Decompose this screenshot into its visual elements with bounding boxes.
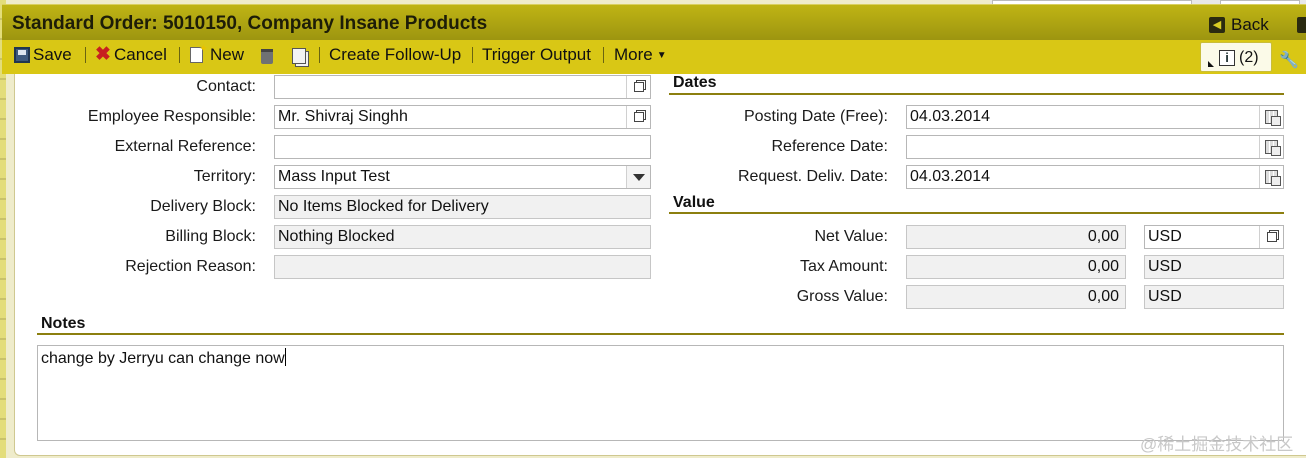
cancel-icon: ✖ (95, 44, 111, 65)
employee-responsible-field[interactable]: Mr. Shivraj Singhh (274, 105, 651, 129)
gross-value-field: 0,00 (906, 285, 1126, 309)
toolbar-separator (472, 47, 473, 63)
watermark: @稀土掘金技术社区 (1140, 435, 1294, 454)
info-messages-button[interactable]: i (2) (1200, 42, 1272, 72)
trigger-output-button[interactable]: Trigger Output (482, 45, 591, 65)
forward-icon[interactable] (1297, 17, 1306, 33)
toolbar-separator (85, 47, 86, 63)
toolbar-separator (603, 47, 604, 63)
copy-button[interactable] (292, 48, 306, 64)
employee-responsible-label: Employee Responsible: (87, 108, 256, 125)
info-count: (2) (1239, 49, 1259, 66)
request-deliv-date-label: Request. Deliv. Date: (738, 168, 888, 185)
chevron-down-icon: ▼ (656, 49, 667, 61)
value-help-icon[interactable] (626, 106, 650, 128)
trash-icon (261, 49, 273, 64)
territory-label: Territory: (193, 168, 256, 185)
more-menu-button[interactable]: More ▼ (614, 45, 667, 65)
follow-up-label: Create Follow-Up (329, 45, 462, 64)
toolbar: Save ✖ Cancel New Create Follow-Up Trigg… (2, 40, 1306, 74)
delete-button[interactable] (261, 49, 273, 64)
new-document-icon (190, 42, 208, 63)
calendar-icon[interactable] (1259, 136, 1283, 158)
value-divider (669, 212, 1284, 214)
delivery-block-label: Delivery Block: (150, 198, 256, 215)
title-bar: Standard Order: 5010150, Company Insane … (2, 4, 1306, 40)
posting-date-field[interactable]: 04.03.2014 (906, 105, 1284, 129)
value-help-icon[interactable] (626, 76, 650, 98)
cancel-button[interactable]: ✖ Cancel (95, 45, 167, 65)
net-value-label: Net Value: (814, 228, 888, 245)
rejection-reason-label: Rejection Reason: (125, 258, 256, 275)
tax-amount-label: Tax Amount: (799, 258, 888, 275)
more-label: More (614, 45, 653, 64)
value-help-icon[interactable] (1259, 226, 1283, 248)
value-section-title: Value (673, 194, 715, 211)
page-title: Standard Order: 5010150, Company Insane … (12, 13, 488, 34)
rejection-reason-field (274, 255, 651, 279)
tax-amount-currency-field: USD (1144, 255, 1284, 279)
personalize-wrench-icon[interactable]: 🔧 (1279, 50, 1299, 70)
back-arrow-icon: ◀ (1209, 17, 1225, 33)
contact-label: Contact: (196, 78, 256, 95)
toolbar-separator (179, 47, 180, 63)
external-reference-label: External Reference: (114, 138, 256, 155)
net-value-currency-field[interactable]: USD (1144, 225, 1284, 249)
notes-text: change by Jerryu can change now (41, 350, 285, 367)
save-icon (14, 47, 30, 63)
new-button[interactable]: New (190, 42, 245, 65)
delivery-block-field: No Items Blocked for Delivery (274, 195, 651, 219)
notes-textarea[interactable]: change by Jerryu can change now (37, 345, 1284, 441)
contact-field[interactable] (274, 75, 651, 99)
calendar-icon[interactable] (1259, 166, 1283, 188)
request-deliv-date-field[interactable]: 04.03.2014 (906, 165, 1284, 189)
back-label: Back (1231, 15, 1269, 34)
save-label: Save (33, 45, 72, 64)
reference-date-label: Reference Date: (771, 138, 888, 155)
calendar-icon[interactable] (1259, 106, 1283, 128)
reference-date-field[interactable] (906, 135, 1284, 159)
notes-section-title: Notes (41, 315, 86, 332)
corner-marker-icon (1208, 61, 1214, 67)
external-reference-field[interactable] (274, 135, 651, 159)
info-icon: i (1219, 50, 1235, 66)
back-button[interactable]: ◀ Back (1209, 15, 1269, 35)
trigger-output-label: Trigger Output (482, 45, 591, 64)
posting-date-label: Posting Date (Free): (743, 108, 888, 125)
save-button[interactable]: Save (14, 45, 72, 65)
billing-block-field: Nothing Blocked (274, 225, 651, 249)
notes-divider (37, 333, 1284, 335)
billing-block-label: Billing Block: (165, 228, 256, 245)
text-cursor (284, 348, 286, 366)
cancel-label: Cancel (114, 45, 167, 64)
copy-icon (292, 48, 306, 64)
create-follow-up-button[interactable]: Create Follow-Up (329, 45, 461, 65)
territory-select[interactable]: Mass Input Test (274, 165, 651, 189)
chevron-down-icon[interactable] (626, 166, 650, 188)
gross-value-currency-field: USD (1144, 285, 1284, 309)
net-value-field: 0,00 (906, 225, 1126, 249)
dates-divider (669, 93, 1284, 95)
toolbar-separator (319, 47, 320, 63)
dates-section-title: Dates (673, 74, 717, 91)
gross-value-label: Gross Value: (796, 288, 888, 305)
tax-amount-field: 0,00 (906, 255, 1126, 279)
new-label: New (210, 45, 245, 64)
